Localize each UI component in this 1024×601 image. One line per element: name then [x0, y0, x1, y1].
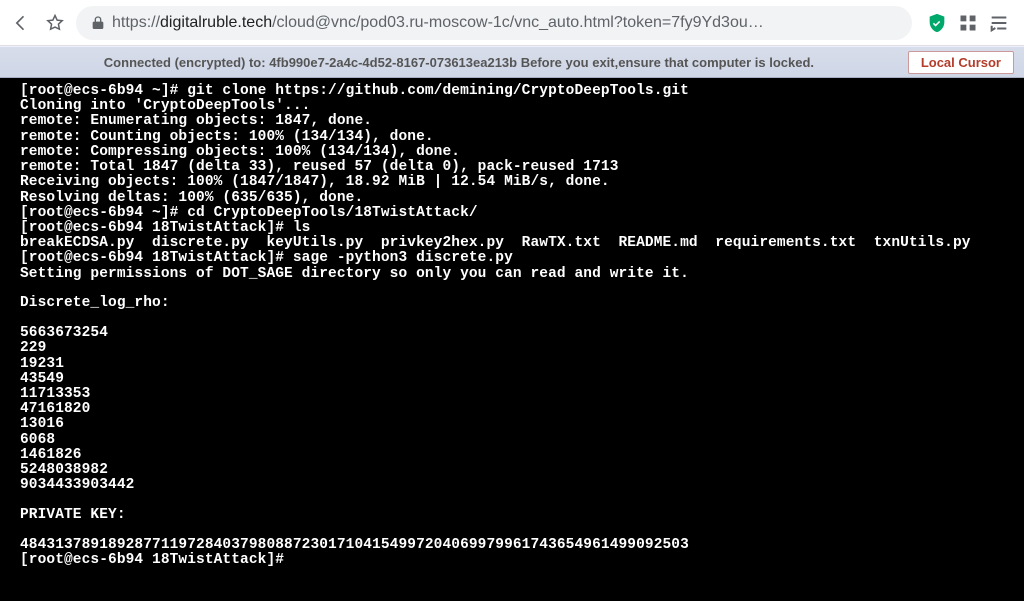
star-button[interactable] [42, 10, 68, 36]
terminal-line: 6068 [20, 433, 1020, 448]
terminal-line: Resolving deltas: 100% (635/635), done. [20, 191, 1020, 206]
terminal-line: remote: Total 1847 (delta 33), reused 57… [20, 160, 1020, 175]
apps-grid-icon[interactable] [958, 13, 978, 33]
browser-toolbar: https://digitalruble.tech/cloud@vnc/pod0… [0, 0, 1024, 46]
terminal-line: 229 [20, 341, 1020, 356]
reading-list-icon[interactable] [988, 12, 1010, 34]
terminal-line: 19231 [20, 357, 1020, 372]
shield-icon[interactable] [926, 12, 948, 34]
terminal-line [20, 282, 1020, 297]
back-button[interactable] [8, 10, 34, 36]
terminal-line: remote: Counting objects: 100% (134/134)… [20, 130, 1020, 145]
terminal-line: 13016 [20, 417, 1020, 432]
terminal-line: 5248038982 [20, 463, 1020, 478]
terminal-line: 11713353 [20, 387, 1020, 402]
terminal-line: PRIVATE KEY: [20, 508, 1020, 523]
terminal-line: 9034433903442 [20, 478, 1020, 493]
url-text: https://digitalruble.tech/cloud@vnc/pod0… [112, 14, 764, 32]
connection-status-text: Connected (encrypted) to: 4fb990e7-2a4c-… [10, 55, 908, 70]
terminal-line: remote: Enumerating objects: 1847, done. [20, 114, 1020, 129]
local-cursor-button[interactable]: Local Cursor [908, 51, 1014, 74]
terminal-line: [root@ecs-6b94 18TwistAttack]# [20, 553, 1020, 568]
terminal-output[interactable]: [root@ecs-6b94 ~]# git clone https://git… [0, 78, 1024, 601]
address-bar[interactable]: https://digitalruble.tech/cloud@vnc/pod0… [76, 6, 912, 40]
terminal-line: [root@ecs-6b94 18TwistAttack]# ls [20, 221, 1020, 236]
terminal-line: [root@ecs-6b94 18TwistAttack]# sage -pyt… [20, 251, 1020, 266]
terminal-line: Setting permissions of DOT_SAGE director… [20, 267, 1020, 282]
terminal-line: 4843137891892877119728403798088723017104… [20, 538, 1020, 553]
terminal-line: breakECDSA.py discrete.py keyUtils.py pr… [20, 236, 1020, 251]
terminal-line: Receiving objects: 100% (1847/1847), 18.… [20, 175, 1020, 190]
terminal-line: [root@ecs-6b94 ~]# git clone https://git… [20, 84, 1020, 99]
terminal-line: 5663673254 [20, 326, 1020, 341]
terminal-line: 43549 [20, 372, 1020, 387]
terminal-line: [root@ecs-6b94 ~]# cd CryptoDeepTools/18… [20, 206, 1020, 221]
terminal-line: 47161820 [20, 402, 1020, 417]
lock-icon [90, 15, 106, 31]
terminal-line: 1461826 [20, 448, 1020, 463]
terminal-line [20, 523, 1020, 538]
terminal-line [20, 312, 1020, 327]
terminal-line [20, 493, 1020, 508]
terminal-line: Cloning into 'CryptoDeepTools'... [20, 99, 1020, 114]
terminal-line: remote: Compressing objects: 100% (134/1… [20, 145, 1020, 160]
vnc-status-bar: Connected (encrypted) to: 4fb990e7-2a4c-… [0, 46, 1024, 78]
terminal-line: Discrete_log_rho: [20, 296, 1020, 311]
